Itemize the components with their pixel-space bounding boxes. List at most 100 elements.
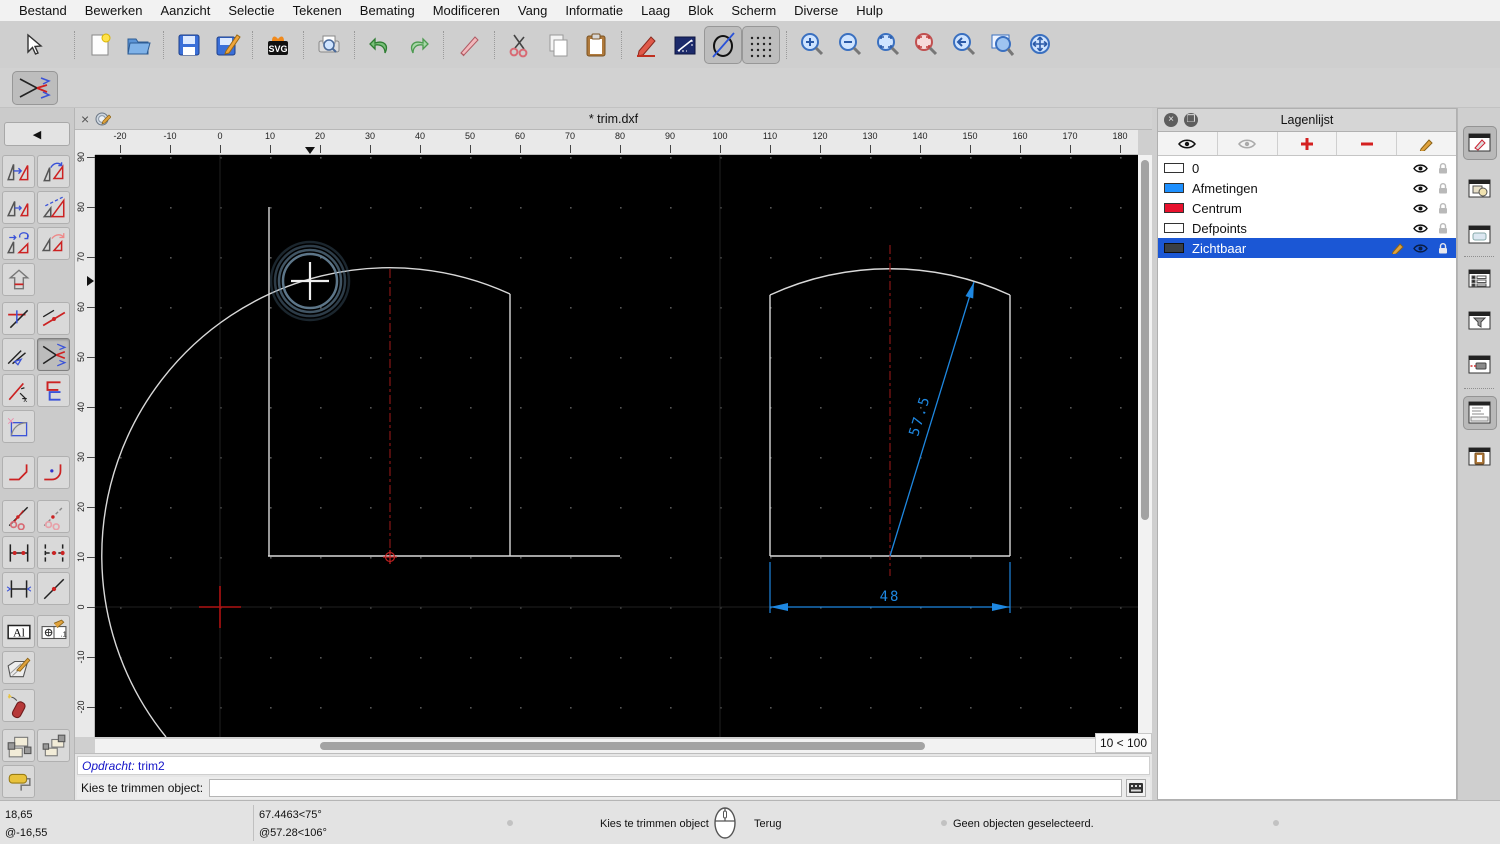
- keyboard-toggle-button[interactable]: [1126, 779, 1146, 797]
- tool-scale[interactable]: [37, 191, 70, 224]
- tool-trim-amount[interactable]: [37, 302, 70, 335]
- tool-revert-direction[interactable]: [2, 263, 35, 296]
- layer-row-defpoints[interactable]: Defpoints: [1158, 218, 1456, 238]
- tool-block-edit[interactable]: [2, 729, 35, 762]
- tool-rotate[interactable]: [37, 155, 70, 188]
- command-line-dock-button[interactable]: [1463, 396, 1497, 430]
- trim-two-tool-button[interactable]: [12, 70, 58, 105]
- tool-bevel[interactable]: [2, 456, 35, 489]
- entity-list-dock-button[interactable]: [1463, 262, 1497, 296]
- tool-block-create[interactable]: [37, 729, 70, 762]
- zoom-selection-button[interactable]: [907, 26, 945, 64]
- tool-stretch[interactable]: [2, 536, 35, 569]
- remove-layer-button[interactable]: [1337, 132, 1398, 155]
- copy-button[interactable]: [539, 26, 577, 64]
- menu-tekenen[interactable]: Tekenen: [284, 3, 351, 18]
- clipboard-dock-button[interactable]: [1463, 440, 1497, 474]
- paste-button[interactable]: [577, 26, 615, 64]
- laser-pointer-dock-button[interactable]: [1463, 348, 1497, 382]
- select-pointer-button[interactable]: [14, 26, 52, 64]
- panel-float-icon[interactable]: ❐: [1184, 113, 1198, 127]
- tool-paint[interactable]: [2, 765, 35, 798]
- zoom-pan-button[interactable]: [1021, 26, 1059, 64]
- menu-bewerken[interactable]: Bewerken: [76, 3, 152, 18]
- save-as-button[interactable]: [208, 26, 246, 64]
- layer-list-dock-button[interactable]: [1463, 126, 1497, 160]
- menu-vang[interactable]: Vang: [509, 3, 556, 18]
- layer-lock-icon[interactable]: [1434, 242, 1451, 254]
- line-tool-button[interactable]: [666, 26, 704, 64]
- tab-close-icon[interactable]: ×: [81, 111, 89, 127]
- zoom-in-button[interactable]: [793, 26, 831, 64]
- save-button[interactable]: [170, 26, 208, 64]
- menu-blok[interactable]: Blok: [679, 3, 722, 18]
- tool-edit-text[interactable]: Al: [2, 615, 35, 648]
- palette-back-button[interactable]: ◀: [4, 122, 70, 146]
- menu-informatie[interactable]: Informatie: [556, 3, 632, 18]
- menu-aanzicht[interactable]: Aanzicht: [152, 3, 220, 18]
- tool-stretch-two[interactable]: [37, 536, 70, 569]
- undo-button[interactable]: [361, 26, 399, 64]
- tool-explode[interactable]: [2, 689, 35, 722]
- tool-offset[interactable]: [37, 374, 70, 407]
- horizontal-scrollbar[interactable]: [95, 739, 1095, 753]
- menu-scherm[interactable]: Scherm: [722, 3, 785, 18]
- redo-button[interactable]: [399, 26, 437, 64]
- draw-pencil-button[interactable]: [628, 26, 666, 64]
- cut-button[interactable]: [501, 26, 539, 64]
- tool-rotate-two[interactable]: [37, 227, 70, 260]
- tool-divide-two[interactable]: [37, 500, 70, 533]
- selection-filter-dock-button[interactable]: [1463, 304, 1497, 338]
- menu-diverse[interactable]: Diverse: [785, 3, 847, 18]
- tool-lengthen[interactable]: x: [2, 374, 35, 407]
- layer-visibility-icon[interactable]: [1412, 163, 1429, 174]
- tool-mirror[interactable]: [2, 191, 35, 224]
- layer-edit-icon[interactable]: [1390, 242, 1407, 254]
- grid-toggle-button[interactable]: [742, 26, 780, 64]
- hide-all-layers-button[interactable]: [1218, 132, 1278, 155]
- layer-lock-icon[interactable]: [1434, 162, 1451, 174]
- layer-lock-icon[interactable]: [1434, 182, 1451, 194]
- tool-edit-dimension[interactable]: .1: [37, 615, 70, 648]
- menu-modificeren[interactable]: Modificeren: [424, 3, 509, 18]
- circle-tool-button[interactable]: [704, 26, 742, 64]
- menu-hulp[interactable]: Hulp: [847, 3, 892, 18]
- library-browser-dock-button[interactable]: [1463, 218, 1497, 252]
- layer-visibility-icon[interactable]: [1412, 183, 1429, 194]
- zoom-out-button[interactable]: [831, 26, 869, 64]
- print-preview-button[interactable]: [310, 26, 348, 64]
- horizontal-scrollbar-thumb[interactable]: [320, 742, 925, 750]
- tool-fillet[interactable]: [37, 456, 70, 489]
- tool-arc-options[interactable]: [2, 410, 35, 443]
- layer-lock-icon[interactable]: [1434, 222, 1451, 234]
- menu-selectie[interactable]: Selectie: [219, 3, 283, 18]
- zoom-auto-button[interactable]: [869, 26, 907, 64]
- layer-visibility-icon[interactable]: [1412, 203, 1429, 214]
- block-list-dock-button[interactable]: [1463, 172, 1497, 206]
- vertical-scrollbar[interactable]: [1138, 155, 1152, 737]
- new-file-button[interactable]: [81, 26, 119, 64]
- tool-move-rotate[interactable]: [2, 227, 35, 260]
- menu-bestand[interactable]: Bestand: [10, 3, 76, 18]
- panel-close-icon[interactable]: ×: [1164, 113, 1178, 127]
- layer-row-zichtbaar-selected[interactable]: Zichtbaar: [1158, 238, 1456, 258]
- layer-row-afmetingen[interactable]: Afmetingen: [1158, 178, 1456, 198]
- drawing-canvas[interactable]: 57.5 48: [95, 155, 1138, 738]
- menu-laag[interactable]: Laag: [632, 3, 679, 18]
- tool-shrink[interactable]: [2, 572, 35, 605]
- zoom-previous-button[interactable]: [945, 26, 983, 64]
- add-layer-button[interactable]: [1278, 132, 1338, 155]
- vertical-scrollbar-thumb[interactable]: [1141, 160, 1149, 520]
- tool-move-copy[interactable]: [2, 155, 35, 188]
- tool-lengthen-free[interactable]: [2, 338, 35, 371]
- layer-row-0[interactable]: 0: [1158, 158, 1456, 178]
- edit-layer-button[interactable]: [1397, 132, 1456, 155]
- tool-break-line[interactable]: [37, 572, 70, 605]
- layer-visibility-icon[interactable]: [1412, 243, 1429, 254]
- layer-lock-icon[interactable]: [1434, 202, 1451, 214]
- export-svg-button[interactable]: SVG: [259, 26, 297, 64]
- tool-divide[interactable]: [2, 500, 35, 533]
- show-all-layers-button[interactable]: [1158, 132, 1218, 155]
- command-input[interactable]: [209, 779, 1122, 797]
- tool-trim[interactable]: [2, 302, 35, 335]
